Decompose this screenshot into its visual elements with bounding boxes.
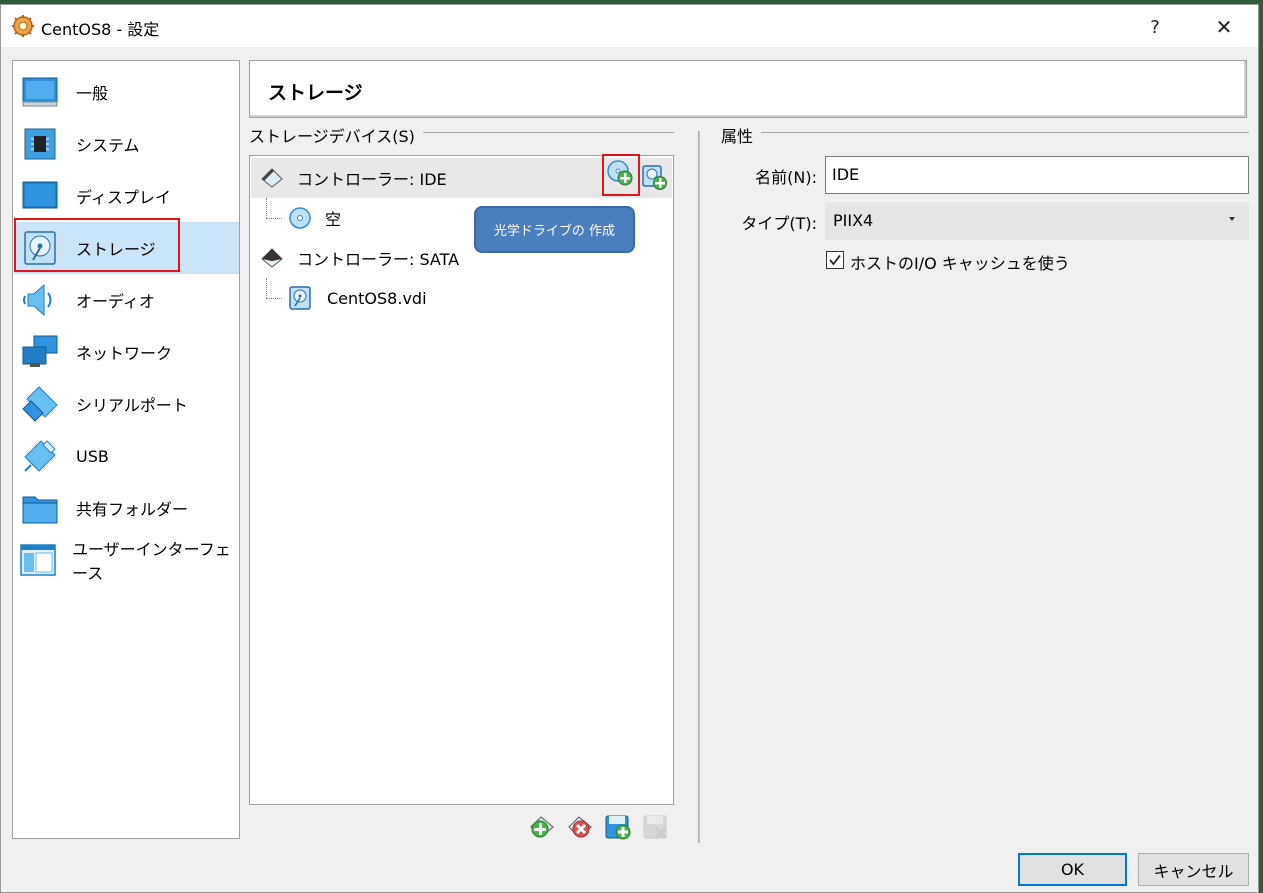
sidebar-item-label: ユーザーインターフェース: [72, 540, 231, 583]
callout-tooltip: 光学ドライブの 作成: [474, 206, 635, 253]
usb-icon: [20, 436, 60, 476]
cancel-button[interactable]: キャンセル: [1138, 853, 1249, 886]
tree-item-label: 空: [325, 210, 342, 229]
system-chip-icon: [20, 124, 60, 164]
page-header: ストレージ: [249, 60, 1247, 118]
sidebar-item-label: 一般: [76, 84, 109, 103]
type-select-value: PIIX4: [833, 211, 874, 230]
tree-item-label: コントローラー: IDE: [297, 170, 447, 189]
tree-item-centos-vdi[interactable]: CentOS8.vdi: [251, 278, 672, 318]
title-bar: CentOS8 - 設定 ? ✕: [1, 5, 1258, 47]
host-io-cache-label[interactable]: ホストのI/O キャッシュを使う: [850, 250, 1070, 274]
general-icon: [20, 72, 60, 112]
sidebar-item-label: シリアルポート: [76, 396, 188, 415]
remove-controller-button[interactable]: [565, 812, 595, 842]
storage-group-title: ストレージデバイス(S): [249, 123, 423, 147]
virtualbox-app-icon: [12, 15, 34, 37]
type-label: タイプ(T):: [741, 214, 817, 233]
sidebar-item-usb[interactable]: USB: [14, 430, 239, 482]
ok-button[interactable]: OK: [1018, 853, 1127, 886]
tree-item-label: コントローラー: SATA: [297, 250, 460, 269]
network-icon: [20, 332, 60, 372]
hard-disk-icon: [287, 285, 313, 311]
sidebar-item-user-interface[interactable]: ユーザーインターフェース: [14, 534, 239, 586]
settings-sidebar: 一般 システム ディスプレイ ストレージ オーディオ ネットワーク シリアルポー…: [12, 60, 240, 839]
audio-speaker-icon: [20, 280, 60, 320]
sata-controller-icon: [259, 245, 285, 271]
sidebar-item-label: ネットワーク: [76, 344, 173, 363]
add-attachment-button[interactable]: [603, 812, 633, 842]
type-select[interactable]: PIIX4: [825, 202, 1249, 240]
sidebar-item-serial-port[interactable]: シリアルポート: [14, 378, 239, 430]
sidebar-item-audio[interactable]: オーディオ: [14, 274, 239, 326]
attributes-group-title: 属性: [721, 123, 762, 147]
user-interface-icon: [20, 540, 56, 580]
add-hard-disk-button[interactable]: [641, 164, 667, 190]
sidebar-item-system[interactable]: システム: [14, 118, 239, 170]
attributes-group-line: [721, 132, 1249, 133]
sidebar-item-general[interactable]: 一般: [14, 66, 239, 118]
sidebar-item-label: オーディオ: [76, 292, 155, 311]
page-title: ストレージ: [268, 82, 363, 104]
name-label: 名前(N):: [755, 168, 817, 187]
shared-folder-icon: [20, 488, 60, 528]
remove-attachment-button[interactable]: [641, 812, 671, 842]
help-button[interactable]: ?: [1132, 9, 1178, 45]
sidebar-item-shared-folder[interactable]: 共有フォルダー: [14, 482, 239, 534]
add-controller-button[interactable]: [527, 812, 557, 842]
display-icon: [20, 176, 60, 216]
sidebar-item-label: ディスプレイ: [76, 188, 171, 207]
dropdown-arrow-icon: [1229, 217, 1235, 221]
panel-splitter[interactable]: [698, 131, 700, 843]
sidebar-highlight-box: [14, 218, 180, 272]
optical-disc-icon: [287, 205, 313, 231]
window-title: CentOS8 - 設定: [41, 20, 160, 39]
sidebar-item-label: システム: [76, 136, 140, 155]
sidebar-item-label: USB: [76, 446, 109, 466]
host-io-cache-checkbox[interactable]: [826, 251, 844, 269]
checkmark-icon: [829, 254, 841, 266]
settings-window: CentOS8 - 設定 ? ✕ 一般 システム ディスプレイ ストレージ オー…: [0, 4, 1259, 893]
name-field[interactable]: IDE: [825, 156, 1249, 194]
sidebar-item-label: 共有フォルダー: [76, 500, 189, 519]
ide-controller-icon: [259, 165, 285, 191]
sidebar-item-display[interactable]: ディスプレイ: [14, 170, 239, 222]
tree-item-label: CentOS8.vdi: [327, 288, 427, 308]
add-optical-drive-highlight: [602, 154, 640, 196]
close-button[interactable]: ✕: [1201, 9, 1247, 45]
serial-port-icon: [20, 384, 60, 424]
sidebar-item-network[interactable]: ネットワーク: [14, 326, 239, 378]
